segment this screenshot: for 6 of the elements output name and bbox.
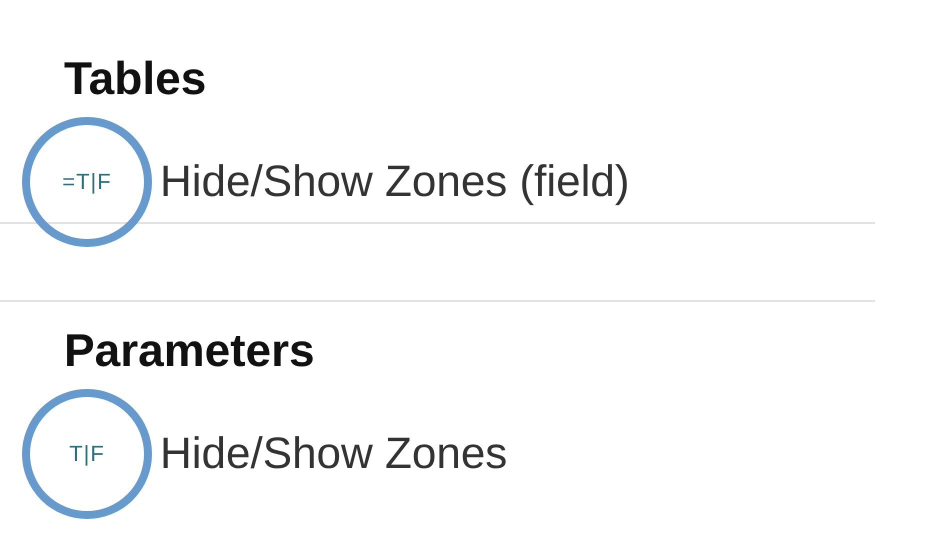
data-type-icon: T|F — [69, 441, 105, 467]
data-type-icon: =T|F — [62, 169, 112, 195]
field-item[interactable]: Hide/Show Zones — [160, 429, 508, 479]
section-title: Parameters — [63, 323, 316, 378]
field-item[interactable]: Hide/Show Zones (field) — [160, 157, 630, 207]
section-title: Tables — [63, 51, 208, 106]
